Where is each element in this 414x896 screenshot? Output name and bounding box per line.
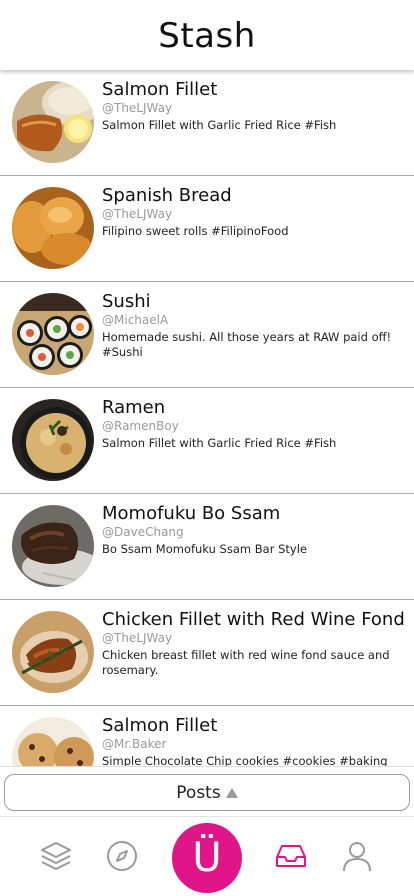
list-item[interactable]: Spanish Bread @TheLJWay Filipino sweet r… xyxy=(0,176,414,282)
post-thumbnail xyxy=(12,187,94,269)
list-item[interactable]: Momofuku Bo Ssam @DaveChang Bo Ssam Momo… xyxy=(0,494,414,600)
post-title: Spanish Bread xyxy=(102,185,232,206)
post-thumbnail xyxy=(12,505,94,587)
post-title: Salmon Fillet xyxy=(102,79,218,100)
app-header: Stash xyxy=(0,0,414,70)
post-description: Salmon Fillet with Garlic Fried Rice #Fi… xyxy=(102,118,337,132)
post-username[interactable]: @TheLJWay xyxy=(102,631,404,645)
posts-toggle-button[interactable]: Posts xyxy=(4,774,410,811)
post-feed[interactable]: Salmon Fillet @TheLJWay Salmon Fillet wi… xyxy=(0,70,414,766)
profile-icon[interactable] xyxy=(340,839,374,873)
post-username[interactable]: @RamenBoy xyxy=(102,419,404,433)
posts-toggle-bar: Posts xyxy=(0,766,414,816)
post-thumbnail xyxy=(12,399,94,481)
compass-icon[interactable] xyxy=(105,839,139,873)
post-thumbnail xyxy=(12,81,94,163)
inbox-icon[interactable] xyxy=(274,839,308,873)
list-item[interactable]: Salmon Fillet @TheLJWay Salmon Fillet wi… xyxy=(0,70,414,176)
post-title: Salmon Fillet xyxy=(102,715,218,736)
post-description: Homemade sushi. All those years at RAW p… xyxy=(102,330,392,359)
post-username[interactable]: @DaveChang xyxy=(102,525,404,539)
bottom-tab-bar: Ü xyxy=(0,816,414,896)
post-description: Bo Ssam Momofuku Ssam Bar Style xyxy=(102,542,307,556)
post-description: Chicken breast fillet with red wine fond… xyxy=(102,648,390,677)
caret-up-icon xyxy=(225,787,238,798)
list-item[interactable]: Ramen @RamenBoy Salmon Fillet with Garli… xyxy=(0,388,414,494)
posts-toggle-label: Posts xyxy=(176,782,221,803)
app-logo-label: Ü xyxy=(192,835,222,881)
post-title: Chicken Fillet with Red Wine Fond xyxy=(102,609,405,630)
post-thumbnail xyxy=(12,717,94,766)
post-description: Simple Chocolate Chip cookies #cookies #… xyxy=(102,754,388,766)
app-logo-button[interactable]: Ü xyxy=(172,823,242,893)
page-title: Stash xyxy=(158,16,256,56)
layers-icon[interactable] xyxy=(39,839,73,873)
post-title: Momofuku Bo Ssam xyxy=(102,503,281,524)
post-username[interactable]: @MichaelA xyxy=(102,313,404,327)
post-title: Ramen xyxy=(102,397,166,418)
post-thumbnail xyxy=(12,293,94,375)
post-username[interactable]: @Mr.Baker xyxy=(102,737,404,751)
list-item[interactable]: Chicken Fillet with Red Wine Fond @TheLJ… xyxy=(0,600,414,706)
post-username[interactable]: @TheLJWay xyxy=(102,101,404,115)
post-description: Filipino sweet rolls #FilipinoFood xyxy=(102,224,289,238)
post-description: Salmon Fillet with Garlic Fried Rice #Fi… xyxy=(102,436,337,450)
post-thumbnail xyxy=(12,611,94,693)
list-item[interactable]: Salmon Fillet @Mr.Baker Simple Chocolate… xyxy=(0,706,414,766)
post-username[interactable]: @TheLJWay xyxy=(102,207,404,221)
list-item[interactable]: Sushi @MichaelA Homemade sushi. All thos… xyxy=(0,282,414,388)
post-title: Sushi xyxy=(102,291,151,312)
